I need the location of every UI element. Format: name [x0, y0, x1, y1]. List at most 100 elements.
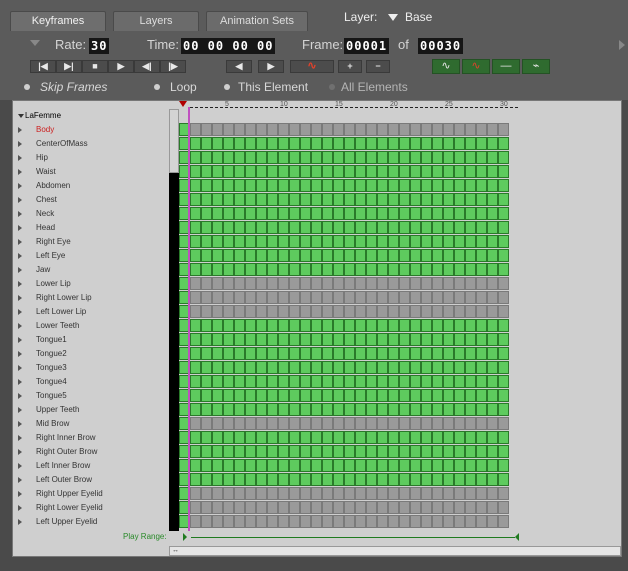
keyframe-cell[interactable]	[399, 459, 410, 472]
empty-cell[interactable]	[300, 291, 311, 304]
empty-cell[interactable]	[201, 417, 212, 430]
keyframe-cell[interactable]	[311, 403, 322, 416]
keyframe-cell[interactable]	[476, 165, 487, 178]
keyframe-cell[interactable]	[377, 263, 388, 276]
expand-triangle-icon[interactable]	[18, 490, 22, 497]
keyframe-cell[interactable]	[410, 207, 421, 220]
empty-cell[interactable]	[399, 417, 410, 430]
keyframe-cell[interactable]	[311, 137, 322, 150]
empty-cell[interactable]	[212, 515, 223, 528]
keyframe-cell[interactable]	[487, 319, 498, 332]
keyframe-cell[interactable]	[432, 151, 443, 164]
keyframe-cell[interactable]	[454, 165, 465, 178]
empty-cell[interactable]	[212, 305, 223, 318]
keyframe-cell[interactable]	[333, 235, 344, 248]
linear-button[interactable]: ⌁	[522, 59, 550, 74]
keyframe-cell[interactable]	[212, 459, 223, 472]
empty-cell[interactable]	[421, 123, 432, 136]
keyframe-cell[interactable]	[410, 403, 421, 416]
keyframe-cell[interactable]	[366, 235, 377, 248]
play-range-start-handle[interactable]	[183, 533, 187, 541]
expand-right-icon[interactable]	[619, 40, 625, 50]
keyframe-cell[interactable]	[322, 389, 333, 402]
keyframe-cell[interactable]	[410, 193, 421, 206]
keyframe-cell[interactable]	[355, 263, 366, 276]
empty-cell[interactable]	[278, 501, 289, 514]
keyframe-cell[interactable]	[454, 347, 465, 360]
empty-cell[interactable]	[377, 487, 388, 500]
keyframe-cell[interactable]	[355, 235, 366, 248]
keyframe-cell[interactable]	[234, 207, 245, 220]
keyframe-cell[interactable]	[256, 347, 267, 360]
keyframe-cell[interactable]	[355, 473, 366, 486]
keyframe-cell[interactable]	[366, 403, 377, 416]
expand-triangle-icon[interactable]	[18, 434, 22, 441]
empty-cell[interactable]	[333, 123, 344, 136]
keyframe-cell[interactable]	[465, 151, 476, 164]
empty-cell[interactable]	[223, 291, 234, 304]
empty-cell[interactable]	[454, 277, 465, 290]
empty-cell[interactable]	[487, 417, 498, 430]
keyframe-cell[interactable]	[344, 333, 355, 346]
keyframe-cell[interactable]	[267, 347, 278, 360]
keyframe-cell[interactable]	[278, 347, 289, 360]
keyframe-cell[interactable]	[190, 389, 201, 402]
keyframe-cell[interactable]	[399, 193, 410, 206]
keyframe-cell[interactable]	[443, 333, 454, 346]
expand-triangle-icon[interactable]	[18, 308, 22, 315]
empty-cell[interactable]	[234, 123, 245, 136]
keyframe-cell[interactable]	[300, 221, 311, 234]
keyframe-cell[interactable]	[300, 389, 311, 402]
keyframe-cell[interactable]	[388, 221, 399, 234]
empty-cell[interactable]	[421, 417, 432, 430]
keyframe-cell[interactable]	[377, 221, 388, 234]
empty-cell[interactable]	[190, 291, 201, 304]
keyframe-cell[interactable]	[201, 165, 212, 178]
loop-label[interactable]: Loop	[170, 80, 197, 94]
keyframe-cell[interactable]	[487, 249, 498, 262]
keyframe-cell[interactable]	[190, 319, 201, 332]
empty-cell[interactable]	[399, 277, 410, 290]
keyframe-cell[interactable]	[300, 473, 311, 486]
empty-cell[interactable]	[278, 305, 289, 318]
empty-cell[interactable]	[322, 417, 333, 430]
keyframe-cell[interactable]	[366, 473, 377, 486]
keyframe-cell[interactable]	[300, 403, 311, 416]
empty-cell[interactable]	[245, 501, 256, 514]
keyframe-cell[interactable]	[289, 235, 300, 248]
expand-triangle-icon[interactable]	[18, 364, 22, 371]
keyframe-cell[interactable]	[201, 459, 212, 472]
keyframe-cell[interactable]	[421, 473, 432, 486]
expand-triangle-icon[interactable]	[18, 182, 22, 189]
empty-cell[interactable]	[410, 501, 421, 514]
empty-cell[interactable]	[234, 277, 245, 290]
keyframe-cell[interactable]	[344, 347, 355, 360]
keyframe-cell[interactable]	[465, 375, 476, 388]
keyframe-cell[interactable]	[267, 319, 278, 332]
keyframe-cell[interactable]	[289, 459, 300, 472]
keyframe-cell[interactable]	[278, 403, 289, 416]
empty-cell[interactable]	[432, 417, 443, 430]
keyframe-cell[interactable]	[388, 151, 399, 164]
keyframe-cell[interactable]	[366, 263, 377, 276]
keyframe-cell[interactable]	[333, 361, 344, 374]
empty-cell[interactable]	[366, 305, 377, 318]
keyframe-cell[interactable]	[498, 137, 509, 150]
collapse-icon[interactable]	[30, 40, 40, 46]
empty-cell[interactable]	[300, 417, 311, 430]
keyframe-cell[interactable]	[234, 249, 245, 262]
keyframe-cell[interactable]	[278, 263, 289, 276]
keyframe-cell[interactable]	[366, 137, 377, 150]
keyframe-cell[interactable]	[234, 193, 245, 206]
keyframe-cell[interactable]	[487, 235, 498, 248]
keyframe-cell[interactable]	[388, 207, 399, 220]
keyframe-cell[interactable]	[322, 207, 333, 220]
keyframe-cell[interactable]	[454, 459, 465, 472]
expand-triangle-icon[interactable]	[18, 406, 22, 413]
keyframe-cell[interactable]	[377, 347, 388, 360]
keyframe-cell[interactable]	[223, 361, 234, 374]
expand-triangle-icon[interactable]	[18, 196, 22, 203]
keyframe-cell[interactable]	[388, 403, 399, 416]
keyframe-cell[interactable]	[245, 473, 256, 486]
step-forward-button[interactable]: |▶	[160, 60, 186, 73]
